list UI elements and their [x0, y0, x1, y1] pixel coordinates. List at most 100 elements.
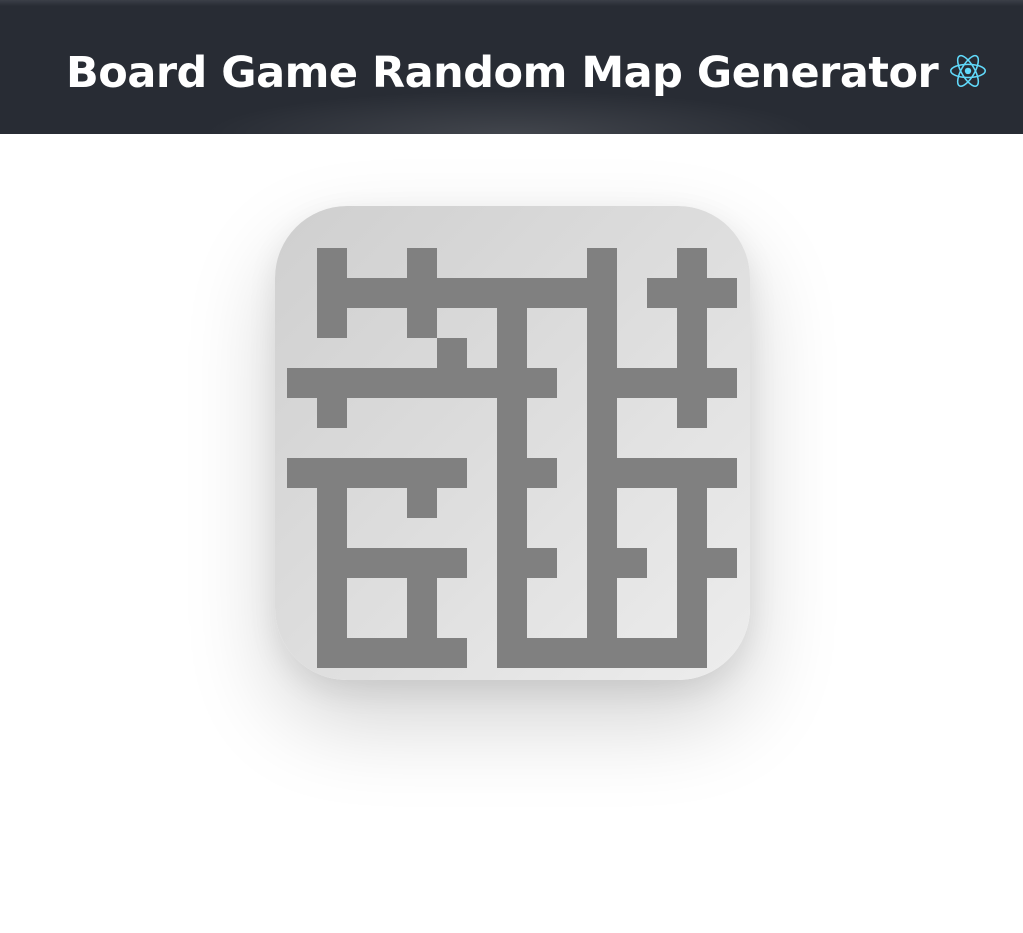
wall-cell	[677, 518, 707, 548]
wall-cell	[527, 638, 557, 668]
wall-cell	[647, 458, 677, 488]
wall-cell	[677, 278, 707, 308]
wall-cell	[317, 638, 347, 668]
wall-cell	[677, 488, 707, 518]
wall-cell	[557, 638, 587, 668]
wall-cell	[527, 548, 557, 578]
wall-cell	[317, 548, 347, 578]
page-title: Board Game Random Map Generator	[66, 48, 939, 98]
wall-cell	[707, 548, 737, 578]
header-title-row: Board Game Random Map Generator	[66, 44, 987, 102]
wall-cell	[497, 338, 527, 368]
wall-cell	[617, 458, 647, 488]
wall-cell	[617, 548, 647, 578]
wall-cell	[647, 638, 677, 668]
wall-cell	[527, 458, 557, 488]
wall-cell	[317, 608, 347, 638]
wall-cell	[707, 368, 737, 398]
wall-cell	[707, 458, 737, 488]
wall-cell	[587, 368, 617, 398]
wall-cell	[497, 458, 527, 488]
wall-cell	[587, 338, 617, 368]
wall-cell	[467, 368, 497, 398]
wall-cell	[437, 368, 467, 398]
wall-cell	[437, 338, 467, 368]
wall-cell	[407, 278, 437, 308]
wall-cell	[587, 428, 617, 458]
wall-cell	[497, 398, 527, 428]
wall-cell	[647, 368, 677, 398]
wall-cell	[497, 608, 527, 638]
wall-cell	[407, 548, 437, 578]
wall-cell	[317, 458, 347, 488]
wall-cell	[677, 308, 707, 338]
wall-cell	[407, 638, 437, 668]
wall-cell	[587, 248, 617, 278]
wall-cell	[527, 278, 557, 308]
wall-cell	[377, 368, 407, 398]
wall-cell	[497, 308, 527, 338]
wall-cell	[497, 368, 527, 398]
wall-cell	[377, 548, 407, 578]
wall-cell	[317, 488, 347, 518]
wall-cell	[497, 518, 527, 548]
wall-cell	[347, 458, 377, 488]
wall-cell	[647, 278, 677, 308]
wall-cell	[587, 578, 617, 608]
wall-cell	[557, 278, 587, 308]
wall-cell	[287, 458, 317, 488]
wall-cell	[497, 278, 527, 308]
wall-cell	[587, 488, 617, 518]
wall-cell	[677, 398, 707, 428]
wall-cell	[317, 398, 347, 428]
wall-cell	[317, 518, 347, 548]
wall-cell	[587, 608, 617, 638]
wall-cell	[527, 368, 557, 398]
wall-cell	[437, 638, 467, 668]
wall-cell	[287, 368, 317, 398]
wall-cell	[317, 578, 347, 608]
wall-cell	[317, 278, 347, 308]
wall-cell	[677, 608, 707, 638]
wall-cell	[587, 548, 617, 578]
wall-cell	[377, 458, 407, 488]
app-header: Board Game Random Map Generator	[0, 0, 1023, 134]
wall-cell	[587, 278, 617, 308]
wall-cell	[587, 308, 617, 338]
wall-cell	[497, 488, 527, 518]
wall-cell	[677, 548, 707, 578]
wall-cell	[347, 368, 377, 398]
wall-cell	[407, 578, 437, 608]
wall-cell	[317, 368, 347, 398]
wall-cell	[317, 248, 347, 278]
wall-cell	[437, 458, 467, 488]
wall-cell	[677, 638, 707, 668]
wall-cell	[437, 548, 467, 578]
wall-cell	[317, 308, 347, 338]
wall-cell	[497, 638, 527, 668]
wall-cell	[407, 248, 437, 278]
wall-cell	[587, 458, 617, 488]
wall-cell	[677, 368, 707, 398]
wall-cell	[407, 368, 437, 398]
wall-cell	[347, 548, 377, 578]
wall-cell	[407, 488, 437, 518]
map-board[interactable]	[275, 206, 750, 680]
wall-cell	[677, 458, 707, 488]
wall-cell	[617, 368, 647, 398]
wall-cell	[467, 278, 497, 308]
wall-cell	[407, 458, 437, 488]
wall-cell	[347, 638, 377, 668]
wall-cell	[377, 278, 407, 308]
wall-cell	[437, 278, 467, 308]
wall-cell	[677, 248, 707, 278]
wall-cell	[377, 638, 407, 668]
wall-cell	[407, 308, 437, 338]
wall-cell	[407, 608, 437, 638]
wall-cell	[707, 278, 737, 308]
wall-cell	[497, 428, 527, 458]
wall-cell	[677, 578, 707, 608]
wall-cell	[677, 338, 707, 368]
wall-cell	[587, 638, 617, 668]
react-atom-icon	[950, 54, 987, 87]
